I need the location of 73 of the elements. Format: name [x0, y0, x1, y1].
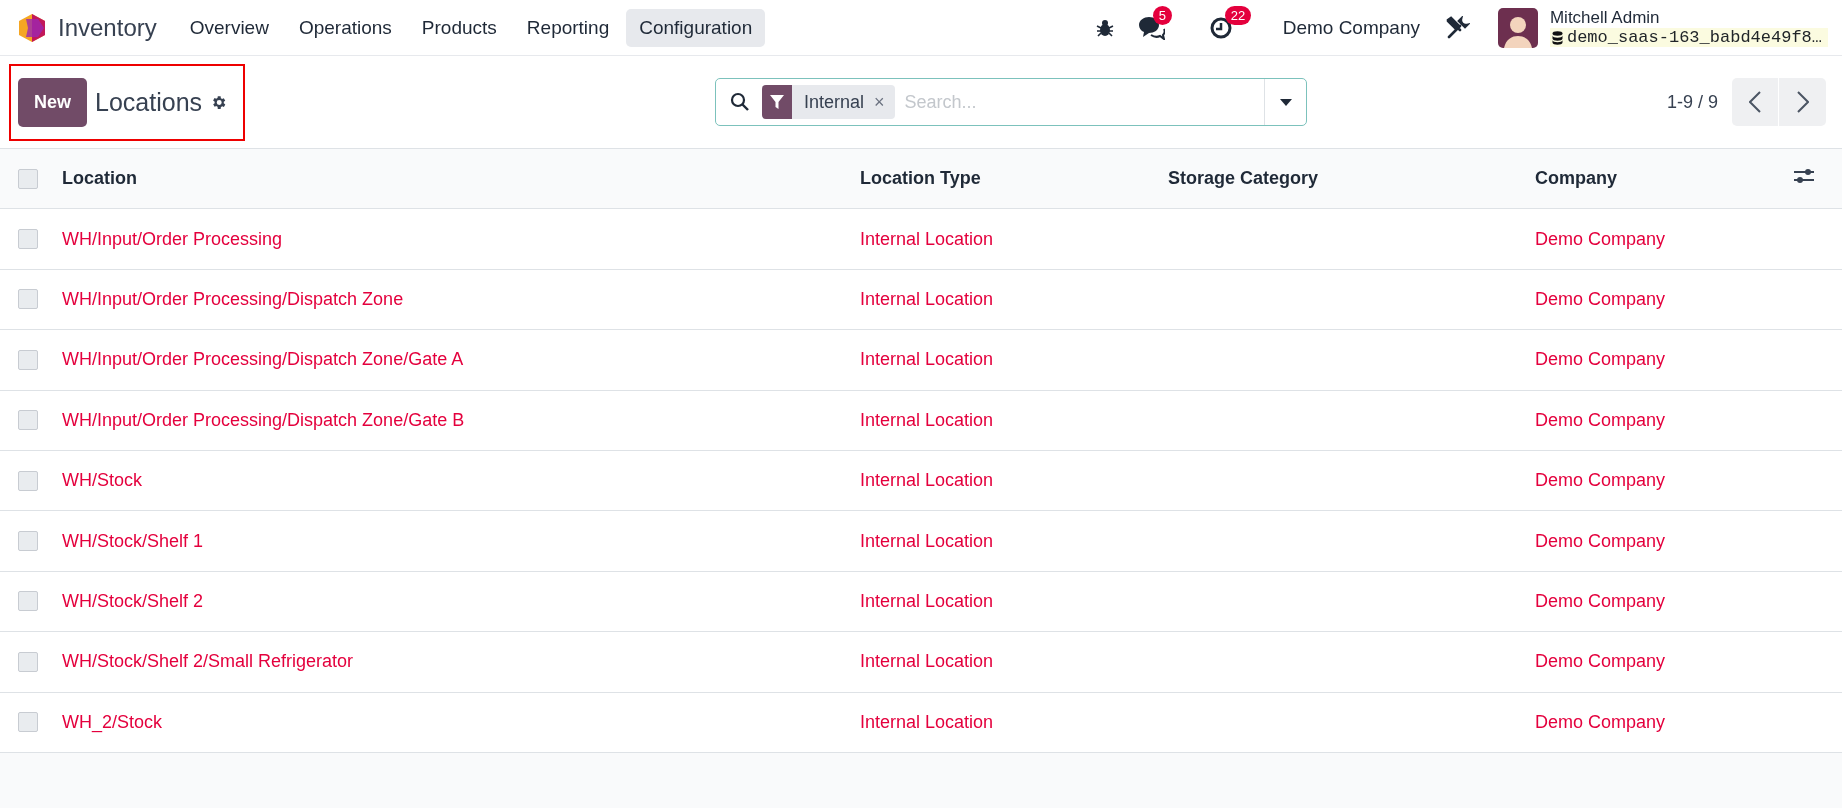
table-cell-text: Internal Location	[860, 349, 995, 371]
checkbox[interactable]	[18, 289, 38, 310]
checkbox[interactable]	[18, 591, 38, 612]
caret-icon	[1279, 98, 1292, 106]
table-cell[interactable]: WH/Input/Order Processing/Dispatch Zone/Gate A	[62, 349, 860, 371]
table-cell[interactable]: WH/Stock/Shelf 1	[62, 530, 860, 552]
clock-icon[interactable]	[1208, 15, 1233, 40]
menu-item[interactable]: Products	[408, 8, 510, 47]
activity-count-badge: 22	[1224, 5, 1252, 25]
column-header[interactable]: Location Type	[860, 168, 1168, 190]
next-page-button[interactable]	[1779, 78, 1826, 126]
company-switcher[interactable]: Demo Company	[1282, 16, 1420, 39]
table-cell-text: Internal Location	[860, 470, 995, 492]
search-bar[interactable]: Internal × Search...	[715, 78, 1307, 126]
checkbox[interactable]	[18, 531, 38, 552]
menu-item[interactable]: Reporting	[513, 8, 623, 47]
message-count-badge: 5	[1152, 5, 1172, 25]
chevron-left-icon	[1749, 91, 1761, 113]
chevron-right-icon	[1796, 91, 1809, 113]
table-cell-text: Internal Location	[860, 651, 995, 673]
previous-page-button[interactable]	[1732, 78, 1779, 126]
app-logo-icon[interactable]	[18, 12, 46, 43]
remove-filter-button[interactable]: ×	[874, 91, 895, 113]
column-header[interactable]: Location	[62, 168, 860, 190]
table-cell-text: Demo Company	[1535, 530, 1667, 552]
column-header[interactable]: Company	[1535, 168, 1794, 190]
column-header[interactable]: Storage Category	[1168, 168, 1535, 190]
bug-icon[interactable]	[1094, 17, 1115, 38]
table-cell-text: Demo Company	[1535, 711, 1667, 733]
gear-icon[interactable]	[210, 93, 228, 111]
table-cell-text: Internal Location	[860, 288, 995, 310]
checkbox[interactable]	[18, 229, 38, 250]
checkbox[interactable]	[18, 712, 38, 733]
page-title: Locations	[95, 87, 203, 117]
table-cell[interactable]: WH_2/Stock	[62, 711, 860, 733]
app-name[interactable]: Inventory	[58, 13, 157, 42]
table-cell[interactable]: WH/Stock/Shelf 2	[62, 590, 860, 612]
avatar-icon[interactable]	[1497, 7, 1538, 48]
table-cell-text: Demo Company	[1535, 651, 1667, 673]
table-cell[interactable]: WH/Input/Order Processing/Dispatch Zone	[62, 288, 860, 310]
table-cell-text: Internal Location	[860, 409, 995, 431]
table-cell-text: Demo Company	[1535, 228, 1667, 250]
table-cell-text: Demo Company	[1535, 288, 1667, 310]
sliders-icon[interactable]	[1794, 167, 1814, 186]
database-icon	[1551, 30, 1563, 45]
table-cell-text: Internal Location	[860, 228, 995, 250]
checkbox[interactable]	[18, 349, 38, 370]
table-cell-text: Demo Company	[1535, 590, 1667, 612]
menu-item[interactable]: Operations	[285, 8, 405, 47]
filter-icon	[770, 95, 784, 109]
table-cell[interactable]: WH/Stock/Shelf 2/Small Refrigerator	[62, 651, 860, 673]
tools-icon[interactable]	[1445, 15, 1470, 40]
table-cell[interactable]: WH/Stock	[62, 470, 860, 492]
table-cell-text: Demo Company	[1535, 470, 1667, 492]
checkbox[interactable]	[18, 168, 38, 189]
table-cell-text: Demo Company	[1535, 349, 1667, 371]
table-cell-text: Internal Location	[860, 590, 995, 612]
checkbox[interactable]	[18, 470, 38, 491]
user-name[interactable]: Mitchell Admin	[1549, 8, 1828, 28]
filter-label: Internal	[803, 91, 866, 113]
database-name: demo_saas-163_babd4e49f8…	[1549, 28, 1828, 47]
menu-item[interactable]: Overview	[176, 8, 282, 47]
table-cell[interactable]: WH/Input/Order Processing	[62, 228, 860, 250]
pager-value: 1-9 / 9	[1666, 91, 1718, 113]
table-cell-text: Demo Company	[1535, 409, 1667, 431]
table-cell-text: Internal Location	[860, 711, 995, 733]
table-cell-text: Internal Location	[860, 530, 995, 552]
table-cell[interactable]: WH/Input/Order Processing/Dispatch Zone/Gate B	[62, 409, 860, 431]
menu-item[interactable]: Configuration	[626, 8, 766, 47]
checkbox[interactable]	[18, 651, 38, 672]
search-icon	[730, 92, 750, 112]
checkbox[interactable]	[18, 410, 38, 431]
new-button[interactable]: New	[18, 77, 87, 127]
